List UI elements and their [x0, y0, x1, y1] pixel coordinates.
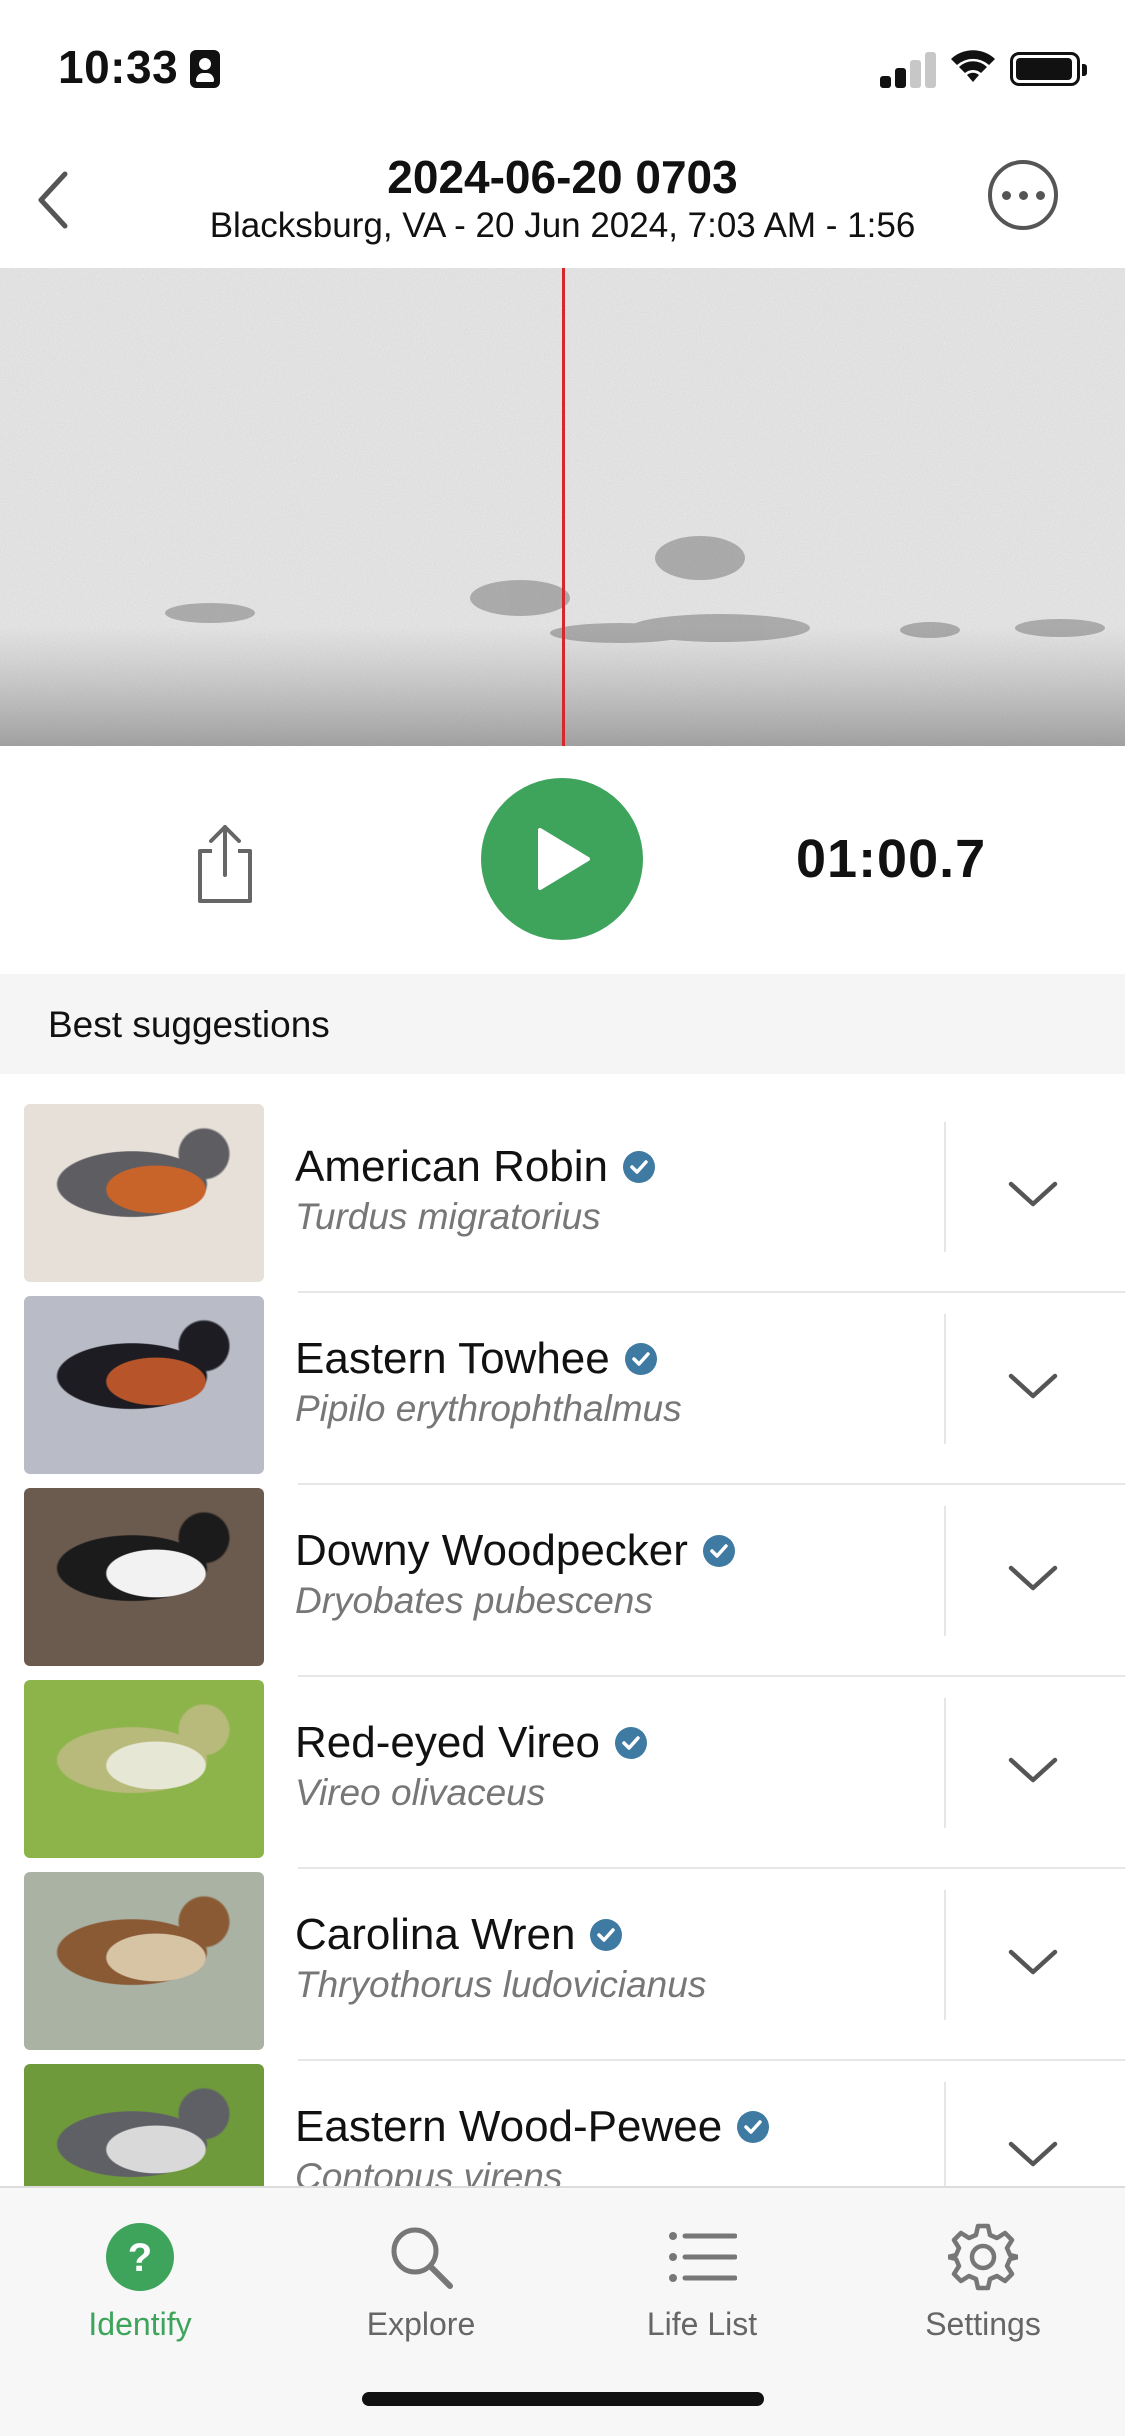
search-icon	[391, 2227, 453, 2289]
suggestion-row[interactable]: Eastern Towhee Pipilo erythrophthalmus	[0, 1266, 1125, 1485]
species-names: American Robin Turdus migratorius	[295, 1142, 656, 1238]
share-button[interactable]	[190, 821, 260, 906]
tab-identify[interactable]: ? Identify	[0, 2208, 280, 2342]
divider	[944, 2082, 946, 2186]
play-icon	[538, 828, 590, 890]
bird-photo	[24, 1104, 264, 1282]
common-name: Downy Woodpecker	[295, 1526, 688, 1575]
play-button[interactable]	[481, 778, 643, 940]
scientific-name: Turdus migratorius	[295, 1196, 601, 1237]
tab-label: Life List	[646, 2306, 758, 2342]
verified-badge-icon	[624, 1343, 657, 1375]
bird-photo	[24, 2064, 264, 2186]
bird-photo	[24, 1872, 264, 2050]
tab-explore[interactable]: Explore	[281, 2208, 561, 2342]
scientific-name: Dryobates pubescens	[295, 1580, 653, 1621]
scientific-name: Contopus virens	[295, 2156, 563, 2186]
gear-icon	[948, 2223, 1018, 2291]
more-dot-icon	[1018, 190, 1028, 200]
common-name: Red-eyed Vireo	[295, 1718, 600, 1767]
battery-icon	[1010, 52, 1087, 86]
player-controls: 01:00.7	[0, 746, 1125, 974]
section-title: Best suggestions	[48, 1004, 330, 1045]
suggestion-row[interactable]: Eastern Wood-Pewee Contopus virens	[0, 2034, 1125, 2186]
divider	[944, 1890, 946, 2020]
chevron-down-icon[interactable]	[1003, 1932, 1063, 1992]
status-time: 10:33	[58, 41, 179, 93]
divider	[944, 1314, 946, 1444]
svg-text:?: ?	[128, 2236, 152, 2280]
tab-label: Settings	[925, 2306, 1041, 2342]
tab-life-list[interactable]: Life List	[562, 2208, 842, 2342]
suggestion-row[interactable]: American Robin Turdus migratorius	[0, 1074, 1125, 1293]
bird-photo	[24, 1488, 264, 1666]
species-names: Eastern Towhee Pipilo erythrophthalmus	[295, 1334, 682, 1430]
verified-badge-icon	[590, 1919, 623, 1951]
species-names: Downy Woodpecker Dryobates pubescens	[295, 1526, 736, 1622]
bird-photo	[24, 1296, 264, 1474]
suggestion-row[interactable]: Carolina Wren Thryothorus ludovicianus	[0, 1842, 1125, 2061]
common-name: Eastern Wood-Pewee	[295, 2102, 723, 2151]
recording-subtitle: Blacksburg, VA - 20 Jun 2024, 7:03 AM - …	[209, 206, 916, 245]
divider	[944, 1698, 946, 1828]
chevron-down-icon[interactable]	[1003, 2124, 1063, 2184]
species-names: Carolina Wren Thryothorus ludovicianus	[295, 1910, 706, 2006]
contact-card-icon	[190, 50, 220, 88]
spectrogram[interactable]	[0, 268, 1125, 746]
verified-badge-icon	[614, 1727, 647, 1759]
suggestion-row[interactable]: Downy Woodpecker Dryobates pubescens	[0, 1458, 1125, 1677]
status-bar: 10:33	[0, 0, 1125, 130]
home-indicator	[362, 2392, 764, 2406]
verified-badge-icon	[737, 2111, 770, 2143]
recording-title: 2024-06-20 0703	[387, 151, 738, 203]
scientific-name: Vireo olivaceus	[295, 1772, 546, 1813]
scientific-name: Pipilo erythrophthalmus	[295, 1388, 682, 1429]
tab-label: Identify	[88, 2306, 192, 2342]
more-dot-icon	[1001, 190, 1011, 200]
section-header: Best suggestions	[0, 974, 1125, 1074]
verified-badge-icon	[702, 1535, 735, 1567]
species-names: Eastern Wood-Pewee Contopus virens	[295, 2102, 770, 2186]
common-name: Carolina Wren	[295, 1910, 576, 1959]
chevron-down-icon[interactable]	[1003, 1356, 1063, 1416]
chevron-down-icon[interactable]	[1003, 1740, 1063, 1800]
divider	[944, 1122, 946, 1252]
common-name: American Robin	[295, 1142, 609, 1191]
chevron-down-icon[interactable]	[1003, 1164, 1063, 1224]
more-dot-icon	[1035, 190, 1045, 200]
chevron-down-icon[interactable]	[1003, 1548, 1063, 1608]
more-options-button[interactable]	[988, 160, 1058, 230]
bird-photo	[24, 1680, 264, 1858]
cellular-signal-icon	[880, 48, 936, 88]
question-circle-icon: ?	[106, 2223, 174, 2291]
divider	[944, 1506, 946, 1636]
share-icon	[198, 825, 252, 903]
species-names: Red-eyed Vireo Vireo olivaceus	[295, 1718, 648, 1814]
playhead[interactable]	[562, 268, 565, 746]
suggestion-row[interactable]: Red-eyed Vireo Vireo olivaceus	[0, 1650, 1125, 1869]
tab-label: Explore	[366, 2306, 476, 2342]
list-icon	[669, 2232, 737, 2282]
verified-badge-icon	[623, 1151, 656, 1183]
nav-header: 2024-06-20 0703 Blacksburg, VA - 20 Jun …	[0, 130, 1125, 270]
tab-settings[interactable]: Settings	[843, 2208, 1123, 2342]
suggestion-list[interactable]: American Robin Turdus migratorius Easter…	[0, 1074, 1125, 2186]
common-name: Eastern Towhee	[295, 1334, 610, 1383]
wifi-icon	[951, 50, 995, 82]
scientific-name: Thryothorus ludovicianus	[295, 1964, 707, 2005]
elapsed-time: 01:00.7	[796, 829, 987, 889]
